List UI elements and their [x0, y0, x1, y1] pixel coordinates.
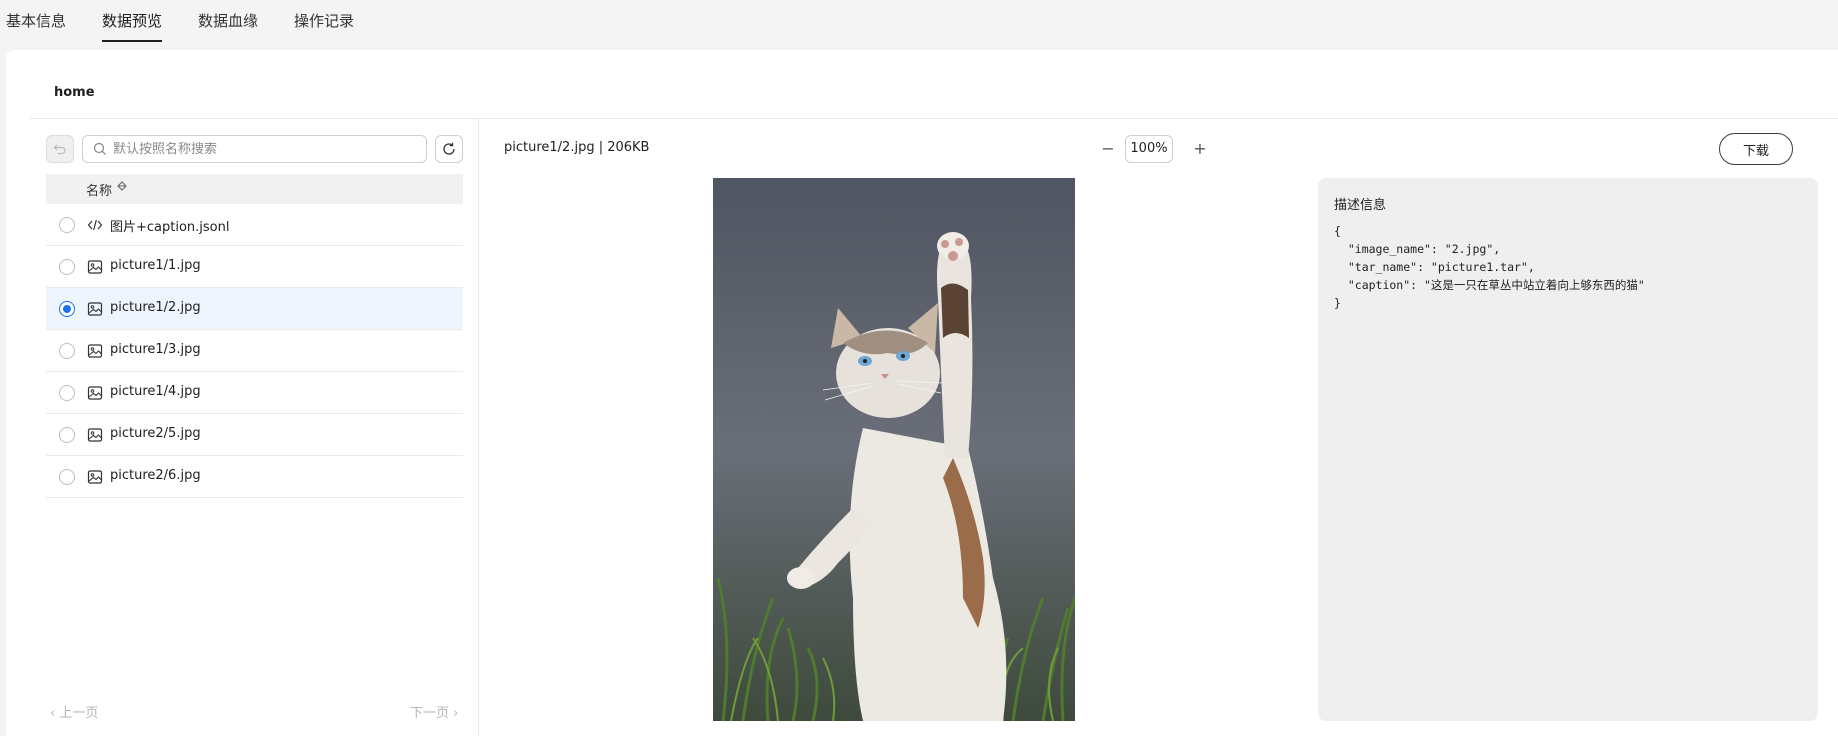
file-list: 图片+caption.jsonl picture1/1.jpg picture1/2…: [46, 204, 463, 498]
prev-page-label: 上一页: [59, 706, 99, 721]
file-row[interactable]: picture1/3.jpg: [46, 330, 463, 372]
refresh-icon: [443, 142, 455, 155]
file-name: picture1/2.jpg: [110, 300, 201, 315]
download-button[interactable]: 下载: [1719, 133, 1793, 165]
file-name: picture1/4.jpg: [110, 384, 201, 399]
search-input[interactable]: [113, 141, 413, 157]
breadcrumb[interactable]: home: [54, 85, 95, 100]
code-icon: [87, 217, 103, 233]
file-name: picture2/5.jpg: [110, 426, 201, 441]
file-info: picture1/2.jpg | 206KB: [504, 140, 650, 155]
table-header: 名称: [46, 174, 463, 204]
column-name-header: 名称: [86, 184, 113, 199]
image-icon: [87, 385, 103, 401]
tab-bar: 基本信息 数据预览 数据血缘 操作记录: [0, 0, 1838, 48]
file-name: picture2/6.jpg: [110, 468, 201, 483]
main-card: home 名称 图片+caption.jsonl picture1/1.jpg pi…: [6, 50, 1838, 736]
row-radio[interactable]: [59, 301, 75, 317]
row-radio[interactable]: [59, 259, 75, 275]
zoom-level: 100%: [1125, 135, 1173, 163]
tab-basic-info[interactable]: 基本信息: [6, 10, 66, 40]
file-name: picture1/1.jpg: [110, 258, 201, 273]
file-row[interactable]: picture1/4.jpg: [46, 372, 463, 414]
json-line: {: [1334, 224, 1341, 238]
search-box: [82, 135, 427, 163]
undo-icon: [53, 144, 66, 155]
divider: [30, 118, 1838, 119]
json-line: "caption": "这是一只在草丛中站立着向上够东西的猫": [1334, 278, 1645, 292]
file-name: picture1/3.jpg: [110, 342, 201, 357]
description-panel: 描述信息 { "image_name": "2.jpg", "tar_name"…: [1318, 178, 1818, 721]
next-page-button[interactable]: 下一页 ›: [410, 702, 458, 721]
file-row[interactable]: 图片+caption.jsonl: [46, 204, 463, 246]
refresh-button[interactable]: [435, 135, 463, 163]
image-icon: [87, 301, 103, 317]
json-line: }: [1334, 296, 1341, 310]
row-radio[interactable]: [59, 217, 75, 233]
row-radio[interactable]: [59, 343, 75, 359]
description-json: { "image_name": "2.jpg", "tar_name": "pi…: [1334, 222, 1645, 312]
tab-data-preview[interactable]: 数据预览: [102, 10, 163, 42]
tab-operation-log[interactable]: 操作记录: [294, 10, 354, 40]
file-row[interactable]: picture1/1.jpg: [46, 246, 463, 288]
sort-icon[interactable]: [116, 180, 128, 198]
row-radio[interactable]: [59, 469, 75, 485]
tab-data-lineage[interactable]: 数据血缘: [198, 10, 258, 40]
cat-photo: [713, 178, 1075, 721]
file-row[interactable]: picture2/6.jpg: [46, 456, 463, 498]
file-name: 图片+caption.jsonl: [110, 220, 230, 235]
back-button[interactable]: [46, 135, 74, 163]
image-preview: [713, 178, 1075, 721]
zoom-in-button[interactable]: +: [1190, 137, 1210, 161]
row-radio[interactable]: [59, 427, 75, 443]
image-icon: [87, 343, 103, 359]
json-line: "tar_name": "picture1.tar",: [1334, 260, 1535, 274]
row-radio[interactable]: [59, 385, 75, 401]
description-title: 描述信息: [1334, 198, 1387, 213]
image-icon: [87, 427, 103, 443]
search-icon: [93, 142, 106, 155]
image-icon: [87, 259, 103, 275]
next-page-label: 下一页: [410, 706, 450, 721]
image-icon: [87, 469, 103, 485]
file-row[interactable]: picture2/5.jpg: [46, 414, 463, 456]
zoom-out-button[interactable]: −: [1098, 137, 1118, 161]
prev-page-button[interactable]: ‹ 上一页: [50, 702, 98, 721]
panel-divider: [478, 119, 479, 736]
file-row[interactable]: picture1/2.jpg: [46, 288, 463, 330]
json-line: "image_name": "2.jpg",: [1334, 242, 1501, 256]
